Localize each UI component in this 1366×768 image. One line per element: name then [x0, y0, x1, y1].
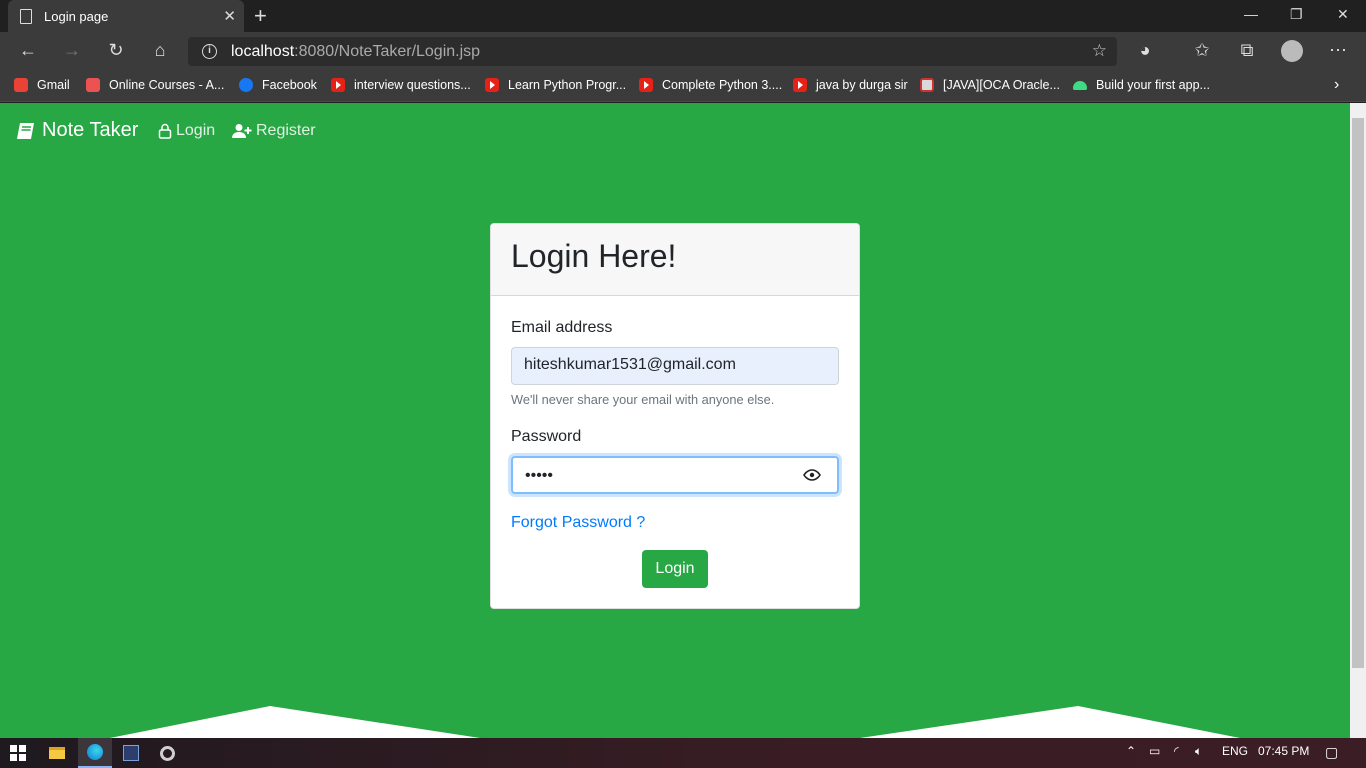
extension-icon[interactable]: ◕ — [1133, 40, 1157, 61]
wave-decoration — [110, 706, 1240, 738]
lock-icon — [158, 123, 172, 139]
bookmark-facebook[interactable]: Facebook — [239, 76, 317, 94]
home-icon[interactable]: ⌂ — [148, 40, 172, 61]
bookmark-interview[interactable]: interview questions... — [331, 76, 471, 94]
favorites-icon[interactable]: ✩ — [1190, 40, 1214, 61]
login-button[interactable]: Login — [642, 550, 708, 588]
battery-icon[interactable]: ▭ — [1149, 744, 1160, 758]
edge-browser-icon[interactable] — [78, 738, 112, 768]
tab-title: Login page — [44, 8, 109, 24]
password-field[interactable]: ••••• — [511, 456, 839, 494]
bookmark-udemy[interactable]: Online Courses - A... — [86, 76, 224, 94]
volume-icon[interactable]: 🔈︎ — [1195, 744, 1202, 759]
more-menu-icon[interactable]: ⋯ — [1326, 40, 1350, 61]
nav-login-link[interactable]: Login — [158, 122, 215, 140]
password-value: ••••• — [525, 467, 554, 484]
email-label: Email address — [511, 319, 613, 336]
close-window-button[interactable]: ✕ — [1337, 6, 1349, 23]
site-info-icon[interactable]: i — [202, 44, 217, 59]
book-icon — [17, 122, 34, 139]
nav-register-link[interactable]: Register — [232, 122, 316, 140]
bookmark-python[interactable]: Learn Python Progr... — [485, 76, 626, 94]
youtube-icon — [331, 78, 345, 92]
youtube-icon — [485, 78, 499, 92]
site-navbar: Note Taker Login Register — [0, 103, 1350, 159]
card-header: Login Here! — [491, 224, 859, 296]
password-label: Password — [511, 428, 582, 445]
new-tab-button[interactable]: + — [254, 3, 267, 29]
bookmark-java[interactable]: java by durga sir — [793, 76, 908, 94]
tray-chevron-icon[interactable]: ⌃ — [1126, 744, 1136, 758]
wifi-icon[interactable]: ◜ — [1174, 744, 1179, 758]
bookmarks-overflow-icon[interactable]: › — [1334, 76, 1339, 94]
email-help-text: We'll never share your email with anyone… — [511, 392, 775, 407]
pdf-icon — [920, 78, 934, 92]
clock[interactable]: 07:45 PM — [1258, 744, 1309, 758]
bookmark-python3[interactable]: Complete Python 3.... — [639, 76, 782, 94]
page-icon — [20, 8, 32, 24]
start-button[interactable] — [0, 738, 36, 768]
show-password-eye-icon[interactable] — [803, 469, 821, 481]
language-indicator[interactable]: ENG — [1222, 744, 1248, 758]
facebook-icon — [239, 78, 253, 92]
profile-avatar[interactable] — [1281, 40, 1303, 62]
back-icon[interactable]: ← — [16, 40, 40, 61]
udemy-icon — [86, 78, 100, 92]
android-icon — [1073, 80, 1087, 90]
collections-icon[interactable]: ⧉ — [1235, 40, 1259, 61]
bookmark-gmail[interactable]: Gmail — [14, 76, 70, 94]
youtube-icon — [639, 78, 653, 92]
page-content: Note Taker Login Register Login Here! Em… — [0, 103, 1350, 738]
forward-icon[interactable]: → — [60, 40, 84, 61]
email-field[interactable]: hiteshkumar1531@gmail.com — [511, 347, 839, 385]
youtube-icon — [793, 78, 807, 92]
bookmark-java-pdf[interactable]: [JAVA][OCA Oracle... — [920, 76, 1060, 94]
refresh-icon[interactable]: ↻ — [104, 40, 128, 61]
brand-link[interactable]: Note Taker — [16, 119, 138, 142]
forgot-password-link[interactable]: Forgot Password ? — [511, 514, 645, 532]
login-title: Login Here! — [511, 238, 677, 274]
close-tab-icon[interactable]: ✕ — [223, 7, 236, 25]
file-explorer-icon[interactable] — [42, 738, 72, 768]
gmail-icon — [14, 78, 28, 92]
url-text: localhost:8080/NoteTaker/Login.jsp — [231, 42, 481, 60]
browser-tab[interactable]: Login page ✕ — [8, 0, 244, 32]
favorite-star-icon[interactable]: ☆ — [1092, 41, 1107, 61]
user-plus-icon — [232, 124, 252, 138]
scrollbar-thumb[interactable] — [1352, 118, 1364, 668]
bookmark-android[interactable]: Build your first app... — [1073, 76, 1210, 94]
notifications-icon[interactable]: ▢ — [1325, 744, 1338, 761]
restore-button[interactable]: ❐ — [1290, 6, 1303, 23]
settings-gear-icon[interactable] — [152, 738, 182, 768]
eclipse-ide-icon[interactable] — [116, 738, 146, 768]
address-bar[interactable]: i localhost:8080/NoteTaker/Login.jsp ☆ — [188, 37, 1117, 66]
minimize-button[interactable]: — — [1244, 6, 1258, 22]
login-card: Login Here! Email address hiteshkumar153… — [490, 223, 860, 609]
windows-taskbar — [0, 738, 1366, 768]
windows-logo-icon — [10, 745, 26, 761]
